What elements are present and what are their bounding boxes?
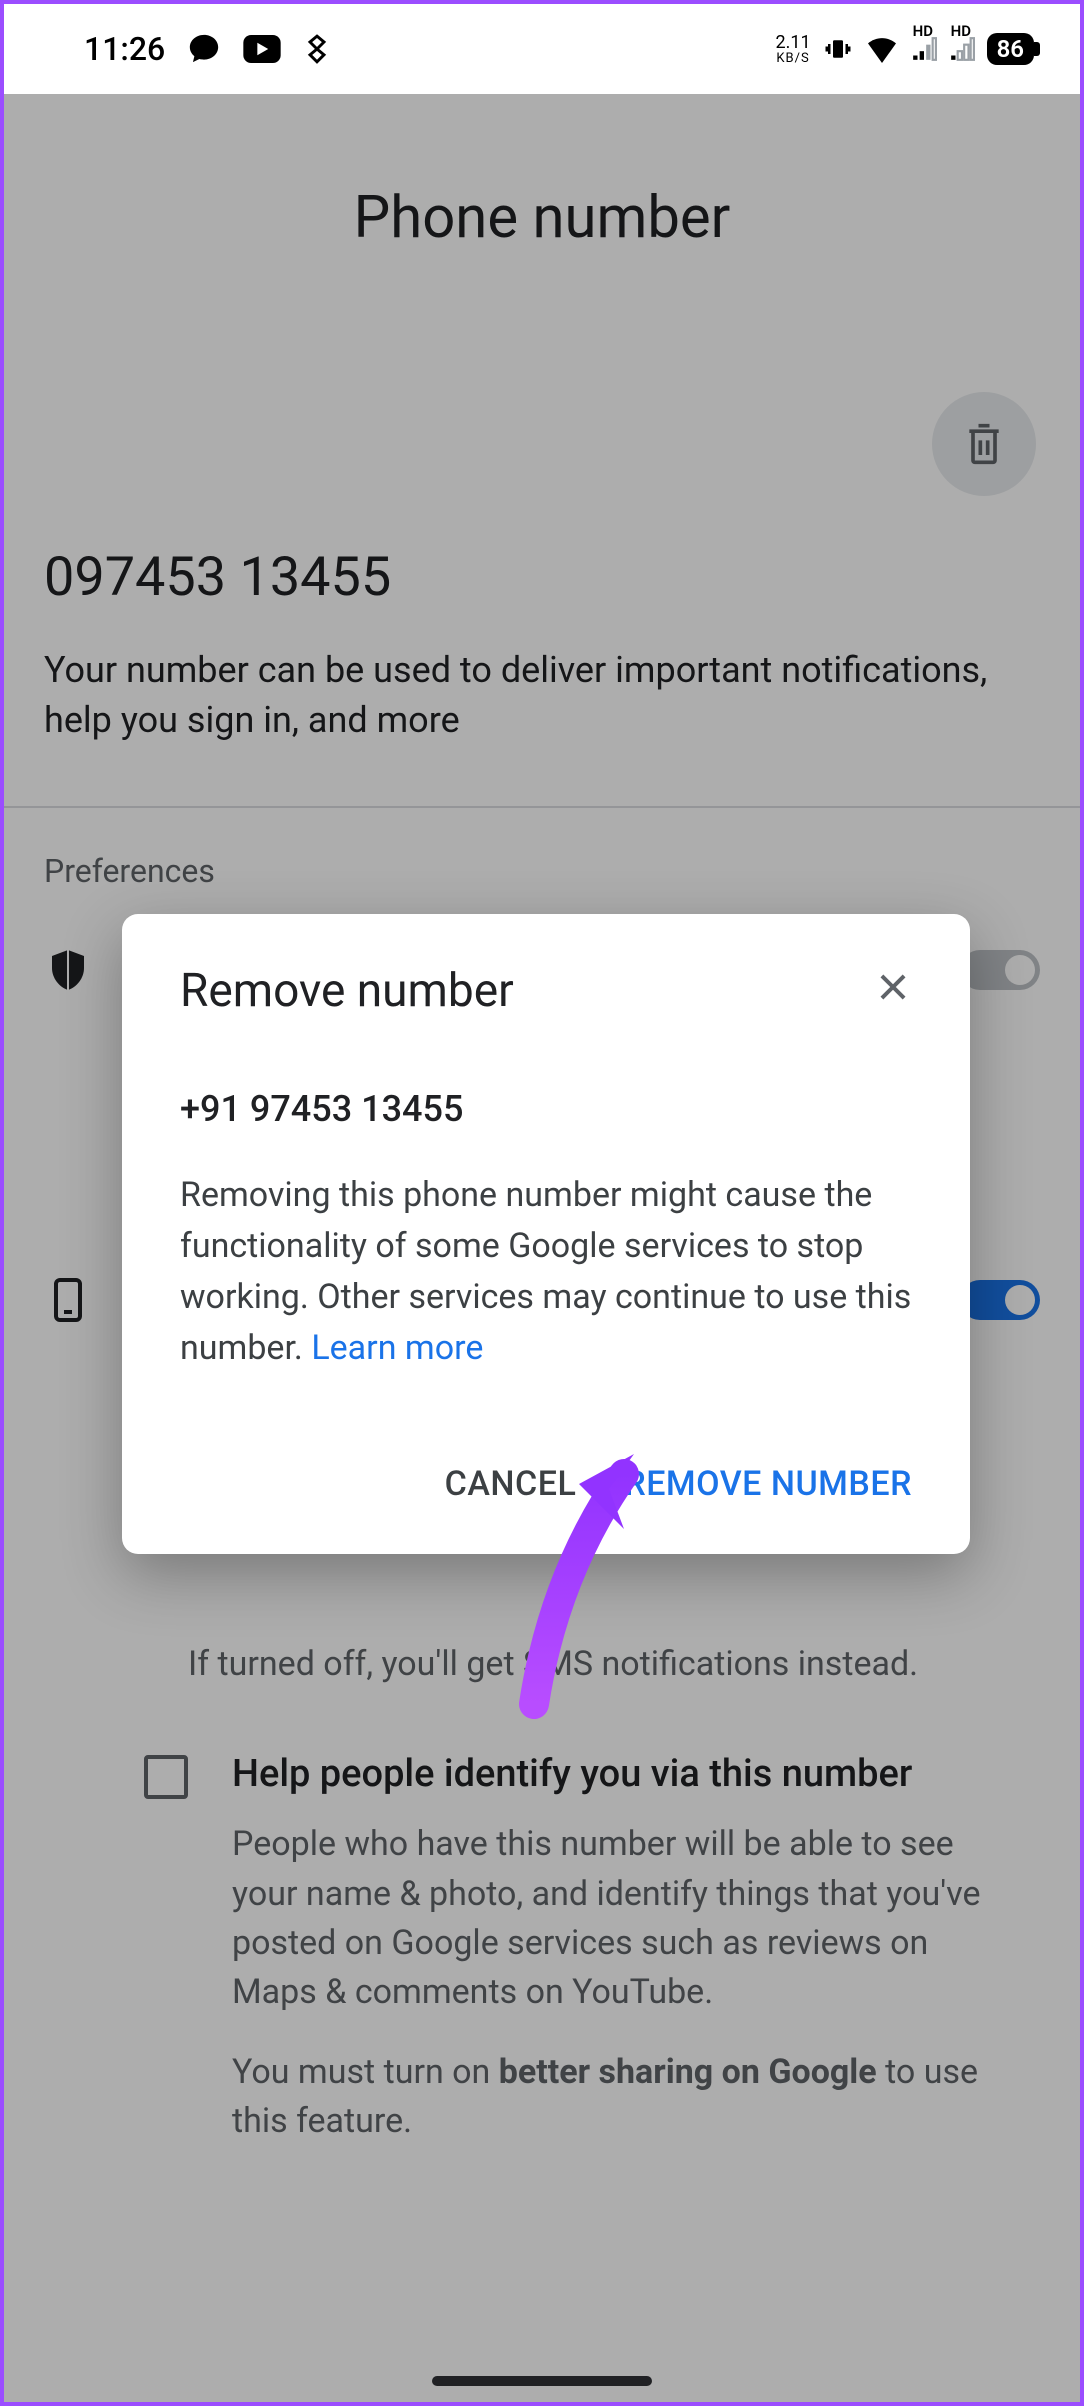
- learn-more-link[interactable]: Learn more: [311, 1328, 483, 1368]
- close-icon[interactable]: [874, 965, 912, 1017]
- dialog-body: Removing this phone number might cause t…: [180, 1170, 912, 1374]
- signal-icon-2: HD: [949, 36, 975, 62]
- signal-icon-1: HD: [911, 36, 937, 62]
- fit-icon: [303, 32, 331, 66]
- identify-desc: People who have this number will be able…: [232, 1820, 1010, 2017]
- status-bar: 11:26 2.11 KB/S HD HD 86: [4, 4, 1080, 94]
- phone-frame-icon: [44, 1276, 92, 1324]
- page-title: Phone number: [44, 94, 1040, 392]
- wifi-icon: [865, 35, 899, 63]
- cancel-button[interactable]: CANCEL: [445, 1464, 577, 1504]
- dialog-phone-number: +91 97453 13455: [180, 1088, 912, 1130]
- phone-number-display: 097453 13455: [44, 546, 1040, 609]
- chat-bubble-icon: [187, 32, 221, 66]
- phone-description: Your number can be used to deliver impor…: [44, 645, 1040, 806]
- shield-icon: [44, 946, 92, 994]
- nav-indicator[interactable]: [432, 2376, 652, 2386]
- pref-trailing-desc: If turned off, you'll get SMS notificati…: [44, 1640, 1040, 1689]
- battery-indicator: 86: [987, 33, 1034, 65]
- identify-checkbox[interactable]: [144, 1755, 188, 1799]
- divider: [4, 806, 1080, 808]
- network-speed: 2.11 KB/S: [775, 34, 810, 65]
- remove-number-button[interactable]: REMOVE NUMBER: [624, 1464, 912, 1504]
- identify-note: You must turn on better sharing on Googl…: [232, 2048, 1010, 2147]
- youtube-icon: [243, 35, 281, 63]
- identify-title: Help people identify you via this number: [232, 1749, 1010, 1800]
- status-time: 11:26: [84, 30, 165, 68]
- remove-number-dialog: Remove number +91 97453 13455 Removing t…: [122, 914, 970, 1554]
- toggle-2[interactable]: [960, 1280, 1040, 1320]
- vibrate-icon: [823, 34, 853, 64]
- delete-button[interactable]: [932, 392, 1036, 496]
- dialog-title: Remove number: [180, 964, 514, 1018]
- toggle-1[interactable]: [960, 950, 1040, 990]
- preferences-label: Preferences: [44, 852, 1040, 890]
